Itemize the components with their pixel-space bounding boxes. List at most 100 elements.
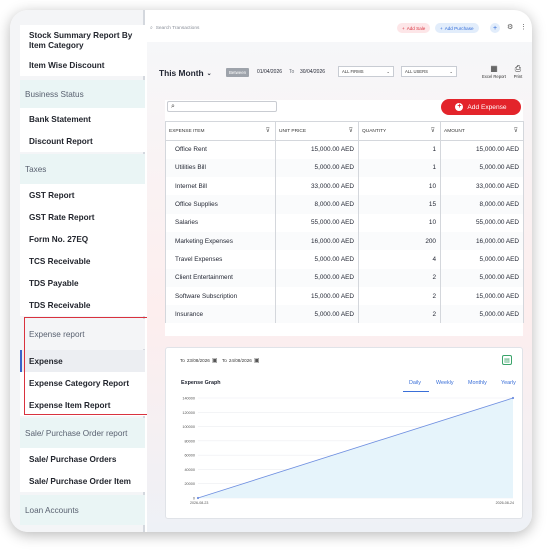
tab-yearly[interactable]: Yearly bbox=[501, 380, 516, 386]
cell-expense-item: Marketing Expenses bbox=[165, 231, 276, 251]
sidebar-item-stock-summary[interactable]: Stock Summary Report By Item Category bbox=[20, 25, 145, 57]
to-date-field[interactable]: 30/04/2026 bbox=[300, 69, 325, 75]
chevron-down-icon: ⌄ bbox=[386, 69, 390, 74]
sidebar-item-form-27eq[interactable]: Form No. 27EQ bbox=[20, 228, 145, 250]
filter-toolbar: This Month ⌄ Between 01/04/2026 To 30/04… bbox=[147, 64, 532, 86]
graph-date-prefix: To bbox=[222, 358, 227, 363]
filter-icon[interactable]: ⊽ bbox=[431, 127, 435, 134]
sidebar-item-discount-report[interactable]: Discount Report bbox=[20, 130, 145, 152]
sidebar-item-gst-rate-report[interactable]: GST Rate Report bbox=[20, 206, 145, 228]
sidebar-item-tds-payable[interactable]: TDS Payable bbox=[20, 272, 145, 294]
excel-icon: ▦ bbox=[490, 64, 498, 73]
add-more-button[interactable]: + bbox=[490, 23, 500, 33]
tab-daily[interactable]: Daily bbox=[409, 380, 421, 386]
sidebar-section-sale-purchase-order-report[interactable]: Sale/ Purchase Order report bbox=[20, 418, 145, 448]
column-header-label: EXPENSE ITEM bbox=[169, 128, 205, 134]
column-header-expense-item[interactable]: EXPENSE ITEM ⊽ bbox=[165, 121, 276, 141]
graph-to-date: 24/08/2026 bbox=[228, 358, 252, 363]
cell-unit-price: 8,000.00 AED bbox=[275, 195, 359, 214]
table-row[interactable]: Travel Expenses 5,000.00 AED 4 5,000.00 AED bbox=[165, 250, 524, 269]
add-sale-button[interactable]: + Add Sale bbox=[397, 23, 431, 33]
cell-amount: 16,000.00 AED bbox=[440, 231, 524, 251]
sidebar-item-gst-report[interactable]: GST Report bbox=[20, 184, 145, 206]
filter-icon[interactable]: ⊽ bbox=[349, 127, 353, 134]
sidebar-item-sale-purchase-orders[interactable]: Sale/ Purchase Orders bbox=[20, 448, 145, 470]
tab-weekly[interactable]: Weekly bbox=[436, 380, 454, 386]
sidebar-item-label: TDS Payable bbox=[29, 278, 79, 288]
y-tick-label: 140000 bbox=[182, 397, 195, 401]
excel-report-button[interactable]: ▦ Excel Report bbox=[481, 64, 507, 79]
transaction-search[interactable]: ⌕ Search Transactions bbox=[150, 25, 199, 32]
table-row[interactable]: Office Rent 15,000.00 AED 1 15,000.00 AED bbox=[165, 140, 524, 159]
firms-value: ALL FIRMS bbox=[342, 69, 364, 74]
between-badge: Between bbox=[226, 68, 250, 77]
more-vertical-icon[interactable]: ⋮ bbox=[520, 23, 527, 31]
cell-quantity: 200 bbox=[358, 231, 441, 251]
main-content: This Month ⌄ Between 01/04/2026 To 30/04… bbox=[147, 42, 532, 532]
sidebar-item-sale-purchase-order-item[interactable]: Sale/ Purchase Order Item bbox=[20, 470, 145, 492]
sidebar-item-tds-receivable[interactable]: TDS Receivable bbox=[20, 294, 145, 316]
data-point bbox=[196, 496, 200, 500]
table-row[interactable]: Marketing Expenses 16,000.00 AED 200 16,000… bbox=[165, 231, 524, 251]
table-row[interactable]: Salaries 55,000.00 AED 10 55,000.00 AED bbox=[165, 213, 524, 232]
filter-icon[interactable]: ⊽ bbox=[514, 127, 518, 134]
cell-amount: 5,000.00 AED bbox=[440, 268, 524, 287]
sidebar-item-tcs-receivable[interactable]: TCS Receivable bbox=[20, 250, 145, 272]
add-expense-button[interactable]: + Add Expense bbox=[441, 99, 521, 115]
table-row[interactable]: Utilities Bill 5,000.00 AED 1 5,000.00 AED bbox=[165, 158, 524, 178]
cell-amount: 15,000.00 AED bbox=[440, 140, 524, 159]
cell-unit-price: 15,000.00 AED bbox=[275, 286, 359, 306]
graph-date-prefix: To bbox=[180, 358, 185, 363]
cell-expense-item: Insurance bbox=[165, 305, 276, 324]
cell-amount: 33,000.00 AED bbox=[440, 177, 524, 196]
expense-report-highlight-box bbox=[24, 317, 156, 415]
cell-expense-item: Internet Bill bbox=[165, 177, 276, 196]
print-button[interactable]: ⎙ Print bbox=[505, 64, 531, 79]
data-point bbox=[511, 396, 515, 400]
graph-from-date-field[interactable]: To 23/08/2026 ▣ bbox=[180, 357, 218, 364]
sidebar-item-bank-statement[interactable]: Bank Statement bbox=[20, 108, 145, 130]
sidebar-item-item-wise-discount[interactable]: Item Wise Discount bbox=[20, 54, 145, 76]
tab-monthly[interactable]: Monthly bbox=[468, 380, 487, 386]
y-tick-label: 60000 bbox=[184, 454, 195, 458]
cell-amount: 5,000.00 AED bbox=[440, 250, 524, 269]
plus-icon: + bbox=[455, 103, 464, 111]
from-date-field[interactable]: 01/04/2026 bbox=[257, 69, 282, 75]
sidebar-section-taxes[interactable]: Taxes bbox=[20, 154, 145, 184]
plus-icon: + bbox=[440, 25, 443, 31]
graph-to-date-field[interactable]: To 24/08/2026 ▣ bbox=[222, 357, 260, 364]
column-header-quantity[interactable]: QUANTITY ⊽ bbox=[358, 121, 441, 141]
cell-expense-item: Salaries bbox=[165, 213, 276, 232]
filter-icon[interactable]: ⊽ bbox=[266, 127, 270, 134]
table-row[interactable]: Office Supplies 8,000.00 AED 15 8,000.00 AE… bbox=[165, 195, 524, 214]
settings-icon[interactable]: ⚙ bbox=[507, 23, 513, 31]
table-row[interactable]: Client Entertainment 5,000.00 AED 2 5,000.0… bbox=[165, 268, 524, 287]
table-row[interactable]: Insurance 5,000.00 AED 2 5,000.00 AED bbox=[165, 305, 524, 324]
table-row[interactable]: Software Subscription 15,000.00 AED 2 15,00… bbox=[165, 286, 524, 306]
period-dropdown[interactable]: This Month ⌄ bbox=[159, 68, 212, 78]
sidebar-section-business-status[interactable]: Business Status bbox=[20, 80, 145, 108]
column-header-unit-price[interactable]: UNIT PRICE ⊽ bbox=[275, 121, 359, 141]
cell-quantity: 4 bbox=[358, 250, 441, 269]
firms-select[interactable]: ALL FIRMS ⌄ bbox=[338, 66, 394, 77]
sidebar-item-label: TDS Receivable bbox=[29, 300, 91, 310]
calendar-icon: ▤ bbox=[504, 357, 510, 364]
cell-amount: 5,000.00 AED bbox=[440, 305, 524, 324]
cell-expense-item: Office Rent bbox=[165, 140, 276, 159]
plus-icon: + bbox=[402, 25, 405, 31]
calendar-icon: ▣ bbox=[211, 358, 218, 364]
users-select[interactable]: ALL USERS ⌄ bbox=[401, 66, 457, 77]
table-search-input[interactable]: ⌕ bbox=[167, 101, 277, 112]
cell-amount: 8,000.00 AED bbox=[440, 195, 524, 214]
table-row[interactable]: Internet Bill 33,000.00 AED 10 33,000.00 AE… bbox=[165, 177, 524, 196]
graph-calendar-button[interactable]: ▤ bbox=[502, 355, 512, 365]
printer-icon: ⎙ bbox=[514, 64, 522, 73]
cell-expense-item: Utilities Bill bbox=[165, 158, 276, 178]
sidebar-section-loan-accounts[interactable]: Loan Accounts bbox=[20, 495, 145, 525]
add-purchase-button[interactable]: + Add Purchase bbox=[435, 23, 479, 33]
cell-unit-price: 15,000.00 AED bbox=[275, 140, 359, 159]
period-label: This Month bbox=[159, 68, 204, 78]
print-label: Print bbox=[513, 74, 523, 79]
column-header-amount[interactable]: AMOUNT ⊽ bbox=[440, 121, 524, 141]
sidebar-item-label: Bank Statement bbox=[29, 114, 91, 124]
